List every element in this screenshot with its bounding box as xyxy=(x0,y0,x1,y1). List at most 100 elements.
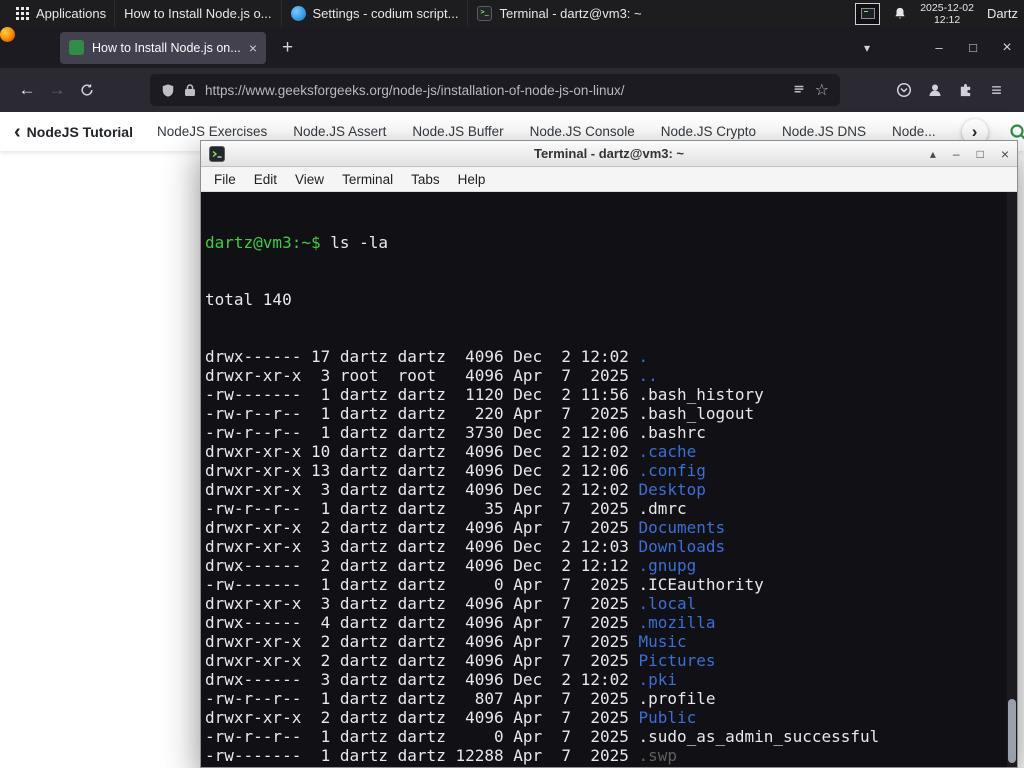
terminal-output-line: drwxr-xr-x 2 dartz dartz 4096 Apr 7 2025… xyxy=(205,765,1005,767)
tab-close-icon[interactable]: × xyxy=(249,40,257,56)
tab-title: How to Install Node.js on... xyxy=(92,40,241,55)
terminal-scrollbar[interactable] xyxy=(1007,192,1017,767)
site-favicon xyxy=(69,40,84,55)
taskbar-item-codium[interactable]: Settings - codium script... xyxy=(280,0,468,27)
terminal-output-line: drwxr-xr-x 3 dartz dartz 4096 Dec 2 12:0… xyxy=(205,480,706,499)
directory-name: Music xyxy=(638,632,687,651)
search-icon[interactable] xyxy=(1008,122,1024,142)
directory-name: Desktop xyxy=(638,480,706,499)
taskbar-item-label: Settings - codium script... xyxy=(312,6,459,21)
file-name: .ICEauthority xyxy=(638,575,764,594)
panel-left: Applications How to Install Node.js o...… xyxy=(0,0,651,42)
reload-button[interactable] xyxy=(72,75,102,105)
file-name: .profile xyxy=(638,689,716,708)
url-bar[interactable]: https://www.geeksforgeeks.org/node-js/in… xyxy=(150,74,840,106)
tracking-shield-icon[interactable] xyxy=(161,83,175,98)
terminal-rollup-button[interactable]: ▴ xyxy=(930,148,936,160)
taskbar-item-terminal[interactable]: Terminal - dartz@vm3: ~ xyxy=(467,0,650,27)
terminal-output-line: -rw------- 1 dartz dartz 0 Apr 7 2025 .I… xyxy=(205,575,764,594)
clock-time: 12:12 xyxy=(933,13,961,26)
extensions-icon[interactable] xyxy=(950,83,981,98)
forward-button[interactable]: → xyxy=(42,75,72,105)
terminal-maximize-button[interactable]: □ xyxy=(977,148,984,160)
terminal-launcher-button[interactable] xyxy=(855,2,881,25)
terminal-window-title: Terminal - dartz@vm3: ~ xyxy=(533,146,685,161)
site-nav-link[interactable]: Node... xyxy=(892,124,936,139)
terminal-launcher-icon xyxy=(860,8,875,19)
terminal-output-line: drwxr-xr-x 2 dartz dartz 4096 Apr 7 2025… xyxy=(205,632,687,651)
terminal-output-line: -rw------- 1 dartz dartz 1120 Dec 2 11:5… xyxy=(205,385,764,404)
panel-right: 2025-12-02 12:12 Dartz xyxy=(855,2,1020,26)
terminal-output-line: -rw-r--r-- 1 dartz dartz 220 Apr 7 2025 … xyxy=(205,404,755,423)
window-close-button[interactable]: × xyxy=(990,39,1024,57)
menu-file[interactable]: File xyxy=(205,172,245,187)
applications-grid-icon xyxy=(16,7,29,20)
panel-username[interactable]: Dartz xyxy=(987,6,1018,21)
notifications-bell-icon[interactable] xyxy=(893,6,907,21)
account-icon[interactable] xyxy=(919,82,950,98)
terminal-output-line: drwxr-xr-x 10 dartz dartz 4096 Dec 2 12:… xyxy=(205,442,697,461)
menu-view[interactable]: View xyxy=(286,172,333,187)
site-nav-link[interactable]: NodeJS Exercises xyxy=(157,124,267,139)
window-minimize-button[interactable]: – xyxy=(922,40,956,55)
terminal-output-line: drwxr-xr-x 2 dartz dartz 4096 Apr 7 2025… xyxy=(205,708,697,727)
reader-view-icon[interactable] xyxy=(792,83,806,97)
back-button[interactable]: ← xyxy=(12,75,42,105)
terminal-minimize-button[interactable]: – xyxy=(953,148,960,160)
terminal-output-line: drwxr-xr-x 3 dartz dartz 4096 Dec 2 12:0… xyxy=(205,537,726,556)
directory-name: Downloads xyxy=(638,537,726,556)
codium-icon xyxy=(290,6,306,21)
site-nav-active-item[interactable]: NodeJS Tutorial xyxy=(27,124,133,140)
taskbar-item-browser[interactable]: How to Install Node.js o... xyxy=(0,0,280,42)
taskbar-item-label: Terminal - dartz@vm3: ~ xyxy=(499,6,642,21)
window-maximize-button[interactable]: □ xyxy=(956,40,990,55)
site-nav-link[interactable]: Node.JS Crypto xyxy=(661,124,756,139)
directory-name: .pki xyxy=(638,670,678,689)
terminal-total-line: total 140 xyxy=(205,290,292,309)
menu-edit[interactable]: Edit xyxy=(245,172,286,187)
terminal-menu-bar: File Edit View Terminal Tabs Help xyxy=(201,167,1017,192)
scrollbar-thumb[interactable] xyxy=(1008,699,1016,763)
applications-menu-button[interactable]: Applications xyxy=(8,0,114,27)
menu-help[interactable]: Help xyxy=(449,172,495,187)
terminal-output-line: -rw------- 1 dartz dartz 12288 Apr 7 202… xyxy=(205,746,678,765)
directory-name: Documents xyxy=(638,518,726,537)
terminal-output-line: drwxr-xr-x 2 dartz dartz 4096 Apr 7 2025… xyxy=(205,651,716,670)
terminal-command: ls -la xyxy=(320,233,389,252)
browser-tab-bar: How to Install Node.js on... × + ▾ – □ × xyxy=(0,27,1024,68)
site-nav-link[interactable]: Node.JS Assert xyxy=(293,124,386,139)
terminal-output-line: drwx------ 2 dartz dartz 4096 Dec 2 12:1… xyxy=(205,556,697,575)
browser-tab[interactable]: How to Install Node.js on... × xyxy=(60,31,266,64)
nav-scroll-left-icon[interactable]: ‹ xyxy=(14,122,21,142)
site-nav-link[interactable]: Node.JS DNS xyxy=(782,124,866,139)
file-name: .swp xyxy=(638,746,678,765)
menu-terminal[interactable]: Terminal xyxy=(333,172,402,187)
site-nav-link[interactable]: Node.JS Buffer xyxy=(412,124,503,139)
list-all-tabs-icon[interactable]: ▾ xyxy=(864,41,870,55)
directory-name: .gnupg xyxy=(638,556,697,575)
menu-icon[interactable]: ≡ xyxy=(981,80,1012,101)
terminal-close-button[interactable]: × xyxy=(1001,147,1009,161)
terminal-app-icon xyxy=(209,145,225,162)
terminal-output-line: drwx------ 17 dartz dartz 4096 Dec 2 12:… xyxy=(205,347,649,366)
terminal-output-line: drwxr-xr-x 2 dartz dartz 4096 Apr 7 2025… xyxy=(205,518,726,537)
terminal-output-line: -rw-r--r-- 1 dartz dartz 807 Apr 7 2025 … xyxy=(205,689,716,708)
bookmark-star-icon[interactable]: ☆ xyxy=(815,80,829,100)
new-tab-button[interactable]: + xyxy=(282,37,293,59)
terminal-title-bar[interactable]: Terminal - dartz@vm3: ~ ▴ – □ × xyxy=(201,141,1017,167)
directory-name: .. xyxy=(638,366,658,385)
terminal-window: Terminal - dartz@vm3: ~ ▴ – □ × File Edi… xyxy=(200,140,1018,768)
site-nav-link[interactable]: Node.JS Console xyxy=(530,124,635,139)
clock-date: 2025-12-02 xyxy=(920,1,974,14)
panel-clock[interactable]: 2025-12-02 12:12 xyxy=(920,2,974,26)
directory-name: .config xyxy=(638,461,706,480)
taskbar-item-label: How to Install Node.js o... xyxy=(124,6,272,21)
menu-tabs[interactable]: Tabs xyxy=(402,172,449,187)
terminal-output-line: drwx------ 4 dartz dartz 4096 Apr 7 2025… xyxy=(205,613,716,632)
applications-label: Applications xyxy=(36,6,107,21)
terminal-icon xyxy=(477,6,493,21)
lock-icon[interactable] xyxy=(184,83,196,97)
terminal-output[interactable]: dartz@vm3:~$ ls -la total 140 drwx------… xyxy=(201,192,1017,767)
pocket-icon[interactable] xyxy=(888,82,919,98)
file-name: .bash_history xyxy=(638,385,764,404)
